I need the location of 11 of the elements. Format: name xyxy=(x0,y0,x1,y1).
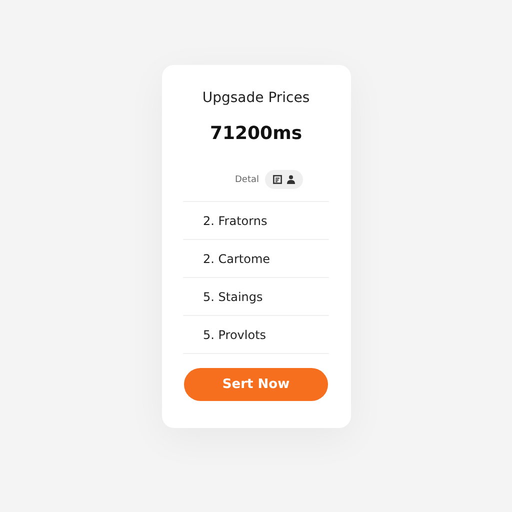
detail-label: Detal xyxy=(234,174,259,184)
person-icon xyxy=(287,175,295,184)
price-value: 71200ms xyxy=(210,123,302,144)
list-item: 2. Cartome xyxy=(183,240,329,278)
document-icon xyxy=(273,175,282,184)
list-item: 2. Fratorns xyxy=(183,202,329,240)
list-item: 5. Provlots xyxy=(183,316,329,354)
icon-pill[interactable] xyxy=(265,170,303,189)
send-button[interactable]: Sert Now xyxy=(184,368,328,401)
card-title: Upgsade Prices xyxy=(202,90,310,106)
list-item: 5. Staings xyxy=(183,278,329,316)
